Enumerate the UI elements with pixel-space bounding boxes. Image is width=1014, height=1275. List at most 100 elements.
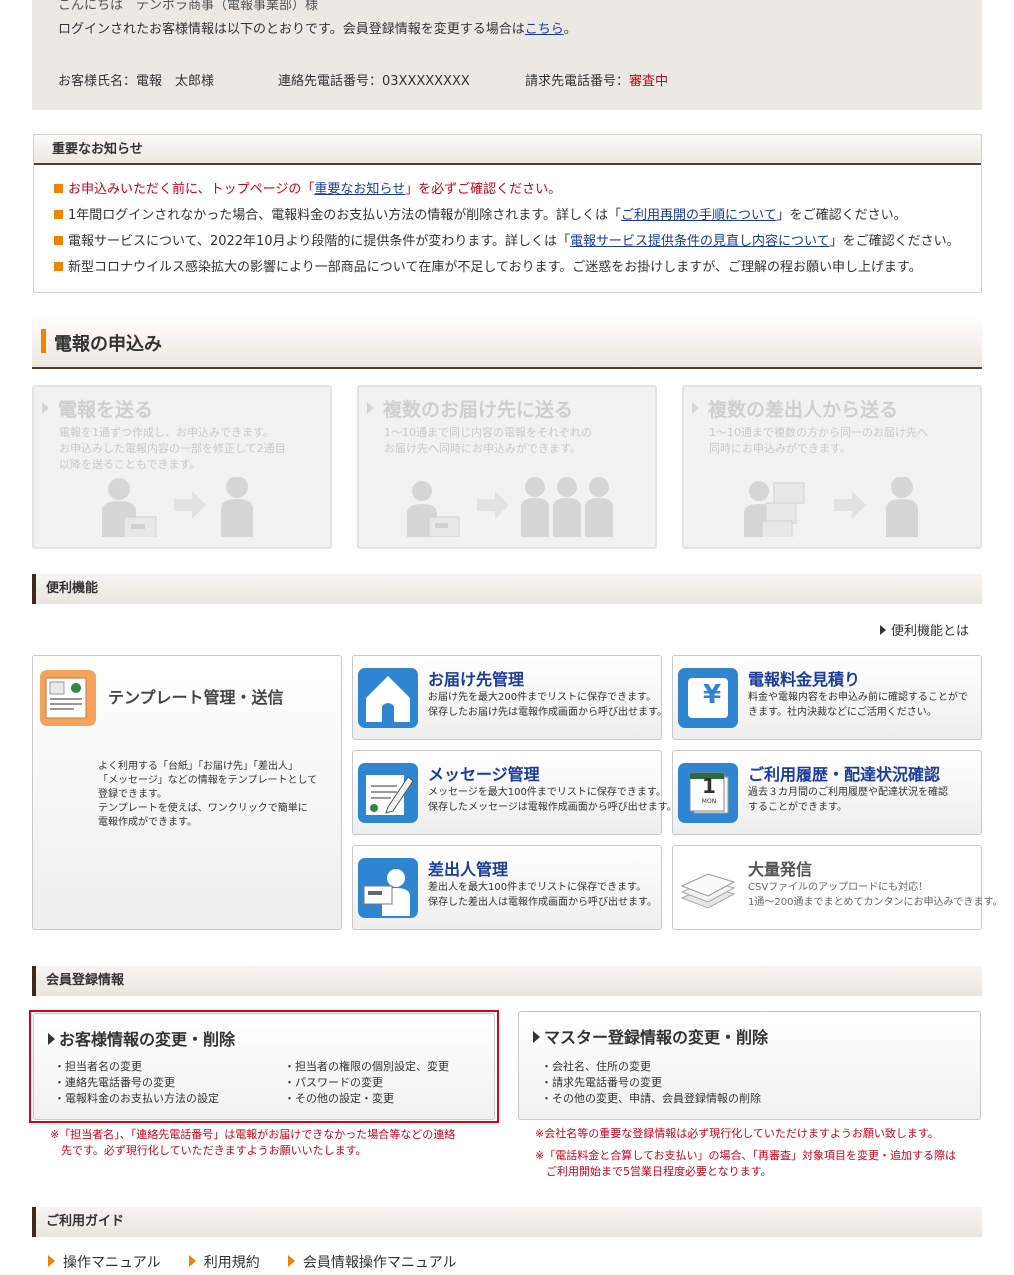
card-title: お客様情報の変更・削除 [48,1026,235,1050]
customer-info-panel: こんにちは テンポラ商事（電報事業部）様 ログインされたお客様情報は以下のとおり… [32,0,982,110]
card-description: 1～10通まで複数の方から同一のお届け先へ 同時にお申込みができます。 [709,426,928,455]
bulk-send-card[interactable]: 大量発信 CSVファイルのアップロードにも対応！ 1通～200通までまとめてカン… [672,845,1002,930]
stacked-paper-icon [680,873,736,909]
list-item: ・その他の設定・変更 [284,1092,394,1105]
card-title: メッセージ管理 [428,765,540,784]
card-description: よく利用する「台紙」「お届け先」「差出人」 「メッセージ」などの情報をテンプレー… [98,761,318,828]
apply-section-header: 電報の申込み [32,316,982,369]
list-item: ・電報料金のお支払い方法の設定 [54,1092,219,1105]
send-single-card[interactable]: 電報を送る 電報を1通ずつ作成し、お申込みできます。 お申込みした電報内容の一部… [32,385,332,549]
apply-section-title: 電報の申込み [54,334,162,355]
card-title: 電報料金見積り [748,670,861,689]
card-title: テンプレート管理・送信 [108,688,284,707]
list-item: ・パスワードの変更 [284,1076,383,1089]
list-item: ・会社名、住所の変更 [541,1060,651,1073]
guide-section-header: ご利用ガイド [32,1207,982,1237]
intro-text: ログインされたお客様情報は以下のとおりです。会員登録情報を変更する場合は [58,22,525,37]
template-management-card[interactable]: テンプレート管理・送信 よく利用する「台紙」「お届け先」「差出人」 「メッセージ… [32,655,342,930]
intro-line: ログインされたお客様情報は以下のとおりです。会員登録情報を変更する場合はこちら。 [58,18,577,37]
card-title: 大量発信 [748,860,813,879]
card-description: お届け先を最大200件までリストに保存できます。 保存したお届け先は電報作成画面… [428,692,667,718]
card-description: 1～10通まで同じ内容の電報をそれぞれの お届け先へ同時にお申込みができます。 [384,426,592,455]
person-to-many-illustration-icon [407,477,613,537]
card-description: メッセージを最大100件までリストに保存できます。 保存したメッセージは電報作成… [428,787,677,813]
features-about: 便利機能とは [880,620,969,639]
important-notice-link[interactable]: 重要なお知らせ [314,182,405,197]
billing-status: 審査中 [629,74,669,89]
resume-procedure-link[interactable]: ご利用再開の手順について [621,208,777,223]
card-description: CSVファイルのアップロードにも対応！ 1通～200通までまとめてカンタンにお申… [748,882,1003,908]
member-note-right-2: ※「電話料金と合算してお支払い」の場合、「再審査」対象項目を変更・追加する際は … [535,1149,957,1178]
edit-member-info-link[interactable]: こちら [525,22,564,37]
features-about-link[interactable]: 便利機能とは [891,624,969,639]
list-item: ・その他の変更、申請、会員登録情報の削除 [541,1092,761,1105]
fee-estimate-card[interactable]: ¥ 電報料金見積り 料金や電報内容をお申込み前に確認することがで きます。社内決… [672,655,982,740]
card-title: ご利用履歴・配達状況確認 [748,765,941,784]
list-item: ・連絡先電話番号の変更 [54,1076,175,1089]
billing-phone: 請求先電話番号：審査中 [525,70,668,89]
notice-title: 重要なお知らせ [34,135,981,165]
calendar-weekday: MON [701,798,717,805]
notice-item: 電報サービスについて、2022年10月より段階的に提供条件が変わります。詳しくは… [54,229,981,255]
guide-links: 操作マニュアル 利用規約 会員情報操作マニュアル [48,1252,456,1272]
master-info-edit-card[interactable]: マスター登録情報の変更・削除 ・会社名、住所の変更 ・請求先電話番号の変更 ・そ… [518,1011,981,1120]
billing-label: 請求先電話番号： [525,74,630,89]
sender-management-card[interactable]: 差出人管理 差出人を最大100件までリストに保存できます。 保存した差出人は電報… [352,845,662,930]
bullet-square-icon [54,236,63,245]
triangle-right-icon [533,1031,540,1043]
house-icon [358,668,418,728]
sender-person-icon [358,858,418,918]
features-section-header: 便利機能 [32,574,982,604]
many-to-person-illustration-icon [744,477,918,537]
recipient-management-card[interactable]: お届け先管理 お届け先を最大200件までリストに保存できます。 保存したお届け先… [352,655,667,740]
triangle-right-icon [42,402,49,414]
greeting-text: こんにちは テンポラ商事（電報事業部）様 [58,0,319,13]
notice-item: 新型コロナウイルス感染拡大の影響により一部商品について在庫が不足しております。ご… [54,255,981,281]
send-multiple-senders-card[interactable]: 複数の差出人から送る 1～10通まで複数の方から同一のお届け先へ 同時にお申込み… [682,385,982,549]
card-description: 料金や電報内容をお申込み前に確認することがで きます。社内決裁などにご活用くださ… [748,692,968,718]
bullet-square-icon [54,184,63,193]
orange-bar-icon [41,329,46,353]
member-note-right-1: ※会社名等の重要な登録情報は必ず現行化していただけますようお願い致します。 [535,1127,939,1140]
list-item: ・請求先電話番号の変更 [541,1076,662,1089]
important-notice-box: 重要なお知らせ お申込みいただく前に、トップページの「重要なお知らせ」を必ずご確… [33,134,982,293]
card-title: お届け先管理 [428,670,525,689]
member-note-left: ※「担当者名」、「連絡先電話番号」は電報がお届けできなかった場合等などの連絡 先… [50,1128,456,1157]
usage-history-card[interactable]: 1 MON ご利用履歴・配達状況確認 過去３カ月間のご利用履歴や配達状況を確認 … [672,750,982,835]
triangle-right-icon [188,1255,196,1267]
member-manual-link[interactable]: 会員情報操作マニュアル [303,1255,457,1271]
card-title: 差出人管理 [428,860,509,879]
triangle-right-icon [367,402,374,414]
card-description: 電報を1通ずつ作成し、お申込みできます。 お申込みした電報内容の一部を修正して2… [59,426,286,471]
triangle-right-icon [287,1255,295,1267]
notice-item: お申込みいただく前に、トップページの「重要なお知らせ」を必ずご確認ください。 [54,177,981,203]
yen-symbol: ¥ [702,680,722,710]
list-item: ・担当者の権限の個別設定、変更 [284,1060,449,1073]
card-title: 複数の差出人から送る [708,399,899,421]
calendar-day: 1 [702,774,716,798]
customer-name: お客様氏名：電報 太郎様 [58,74,215,89]
send-multiple-recipients-card[interactable]: 複数のお届け先に送る 1～10通まで同じ内容の電報をそれぞれの お届け先へ同時に… [357,385,657,549]
card-description: 過去３カ月間のご利用履歴や配達状況を確認 することができます。 [748,787,948,813]
member-section-header: 会員登録情報 [32,966,982,996]
service-terms-review-link[interactable]: 電報サービス提供条件の見直し内容について [570,234,830,249]
terms-of-use-link[interactable]: 利用規約 [204,1255,260,1271]
bullet-square-icon [54,210,63,219]
notice-list: お申込みいただく前に、トップページの「重要なお知らせ」を必ずご確認ください。 1… [34,165,981,281]
triangle-right-icon [692,402,699,414]
message-pen-icon [358,763,418,823]
triangle-right-icon [48,1033,55,1045]
card-description: 差出人を最大100件までリストに保存できます。 保存した差出人は電報作成画面から… [428,882,657,908]
bullet-square-icon [54,262,63,271]
customer-info-edit-card[interactable]: お客様情報の変更・削除 ・担当者名の変更 ・連絡先電話番号の変更 ・電報料金のお… [33,1013,495,1120]
triangle-right-icon [880,625,886,635]
contact-phone: 連絡先電話番号：03XXXXXXXX [278,74,470,89]
template-document-icon [40,670,96,726]
message-management-card[interactable]: メッセージ管理 メッセージを最大100件までリストに保存できます。 保存したメッ… [352,750,677,835]
person-to-person-illustration-icon [102,477,253,537]
intro-end: 。 [563,22,577,37]
card-title: 複数のお届け先に送る [383,399,574,421]
operation-manual-link[interactable]: 操作マニュアル [63,1255,161,1271]
card-title: 電報を送る [58,399,154,421]
triangle-right-icon [48,1255,55,1267]
